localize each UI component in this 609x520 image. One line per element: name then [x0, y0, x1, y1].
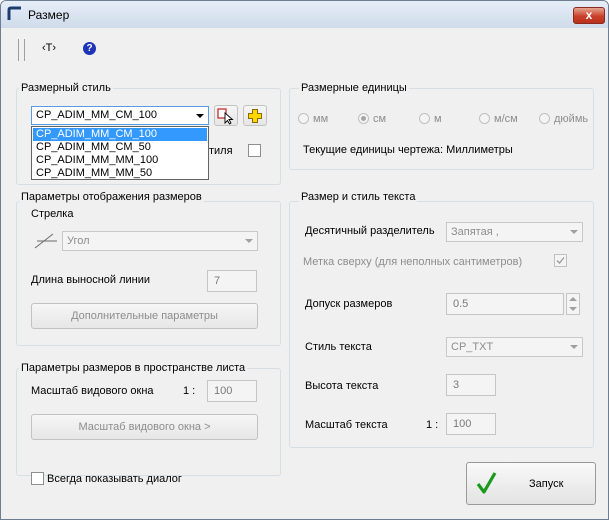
unit-radio-inch[interactable]: [539, 113, 550, 124]
pick-style-button[interactable]: [214, 105, 238, 126]
dimension-style-group-label: Размерный стиль: [19, 82, 113, 94]
viewport-scale-label: Масштаб видового окна: [31, 385, 154, 397]
tolerance-spinner[interactable]: [566, 293, 580, 315]
unit-label-m: м: [434, 113, 442, 125]
text-style-value: CP_TXT: [451, 341, 494, 353]
unit-radio-mm[interactable]: [298, 113, 309, 124]
arrow-label: Стрелка: [31, 208, 74, 220]
ext-line-length-input[interactable]: 7: [207, 270, 257, 292]
dimension-style-selected: CP_ADIM_MM_CM_100: [36, 109, 158, 121]
text-height-input[interactable]: 3: [446, 374, 496, 396]
viewport-scale-button[interactable]: Масштаб видового окна >: [31, 414, 258, 440]
tolerance-input[interactable]: 0.5: [446, 293, 564, 315]
chevron-down-icon: [196, 114, 204, 118]
spinner-down-icon[interactable]: [569, 307, 577, 311]
unit-label-cm: см: [373, 113, 387, 125]
unit-label-mm: мм: [313, 113, 329, 125]
arrow-type-value: Угол: [67, 235, 90, 247]
chevron-down-icon: [570, 230, 578, 234]
text-scale-input[interactable]: 100: [446, 413, 496, 435]
viewport-scale-ratio: 1 :: [183, 385, 196, 397]
always-show-label: Всегда показывать диалог: [47, 473, 182, 485]
spinner-up-icon[interactable]: [569, 297, 577, 301]
toolbar-grip-icon: [18, 39, 25, 61]
extra-params-button[interactable]: Дополнительные параметры: [31, 303, 258, 329]
dimension-style-option[interactable]: CP_ADIM_MM_MM_100: [33, 154, 207, 167]
hidden-style-checkbox[interactable]: [248, 144, 261, 157]
dimension-style-dropdown: CP_ADIM_MM_CM_100 CP_ADIM_MM_CM_50 CP_AD…: [31, 126, 209, 180]
display-params-group-label: Параметры отображения размеров: [19, 191, 204, 203]
current-units-text: Текущие единицы чертежа: Миллиметры: [303, 144, 513, 156]
unit-radio-m[interactable]: [419, 113, 430, 124]
text-scale-label: Масштаб текста: [305, 419, 388, 431]
text-style-label: Стиль текста: [305, 341, 372, 353]
unit-radio-cm[interactable]: [358, 113, 369, 124]
dimension-style-option[interactable]: CP_ADIM_MM_CM_50: [33, 141, 207, 154]
dimension-style-select[interactable]: CP_ADIM_MM_CM_100: [31, 106, 209, 125]
units-group: [289, 88, 594, 170]
decimal-separator-value: Запятая ,: [451, 226, 499, 238]
hidden-style-option-label: тиля: [209, 145, 233, 157]
arrow-angle-icon: [34, 233, 57, 249]
green-check-icon: [476, 472, 497, 494]
sheet-space-group-label: Параметры размеров в пространстве листа: [19, 362, 248, 374]
text-tool-icon[interactable]: ‹T›: [42, 42, 56, 54]
help-icon[interactable]: ?: [83, 42, 96, 55]
dimension-style-option[interactable]: CP_ADIM_MM_CM_100: [33, 128, 207, 141]
dialog-window: Размер x ‹T› ? Размерный стиль CP_ADIM_M…: [0, 0, 609, 520]
tolerance-label: Допуск размеров: [305, 298, 393, 310]
units-group-label: Размерные единицы: [299, 82, 409, 94]
always-show-checkbox[interactable]: [31, 472, 44, 485]
text-size-style-group-label: Размер и стиль текста: [299, 191, 418, 203]
chevron-down-icon: [570, 345, 578, 349]
chevron-down-icon: [245, 239, 253, 243]
dimension-style-option[interactable]: CP_ADIM_MM_MM_50: [33, 167, 207, 180]
viewport-scale-input[interactable]: 100: [207, 380, 257, 402]
superscript-label: Метка сверху (для неполных сантиметров): [303, 256, 523, 268]
run-button-label: Запуск: [529, 478, 564, 490]
checkmark-icon: [556, 257, 565, 264]
arrow-type-select[interactable]: Угол: [62, 231, 258, 251]
unit-label-inch: дюймь: [554, 113, 589, 125]
plus-icon: [248, 109, 262, 123]
add-style-button[interactable]: [243, 105, 267, 126]
text-style-select[interactable]: CP_TXT: [446, 337, 583, 357]
run-button[interactable]: Запуск: [466, 462, 596, 505]
text-height-label: Высота текста: [305, 380, 379, 392]
dialog-body: ‹T› ? Размерный стиль CP_ADIM_MM_CM_100 …: [5, 29, 604, 515]
close-icon: x: [585, 8, 593, 22]
decimal-separator-label: Десятичный разделитель: [305, 225, 435, 237]
decimal-separator-select[interactable]: Запятая ,: [446, 222, 583, 242]
text-scale-ratio: 1 :: [426, 419, 439, 431]
ext-line-length-label: Длина выносной линии: [31, 274, 151, 286]
window-title: Размер: [28, 8, 70, 22]
title-bar[interactable]: Размер x: [1, 1, 608, 28]
unit-radio-m-cm[interactable]: [479, 113, 490, 124]
pick-cursor-icon: [217, 108, 234, 125]
app-icon: [7, 6, 21, 20]
unit-label-m-cm: м/см: [494, 113, 518, 125]
superscript-checkbox[interactable]: [554, 254, 567, 267]
close-button[interactable]: x: [573, 7, 605, 24]
